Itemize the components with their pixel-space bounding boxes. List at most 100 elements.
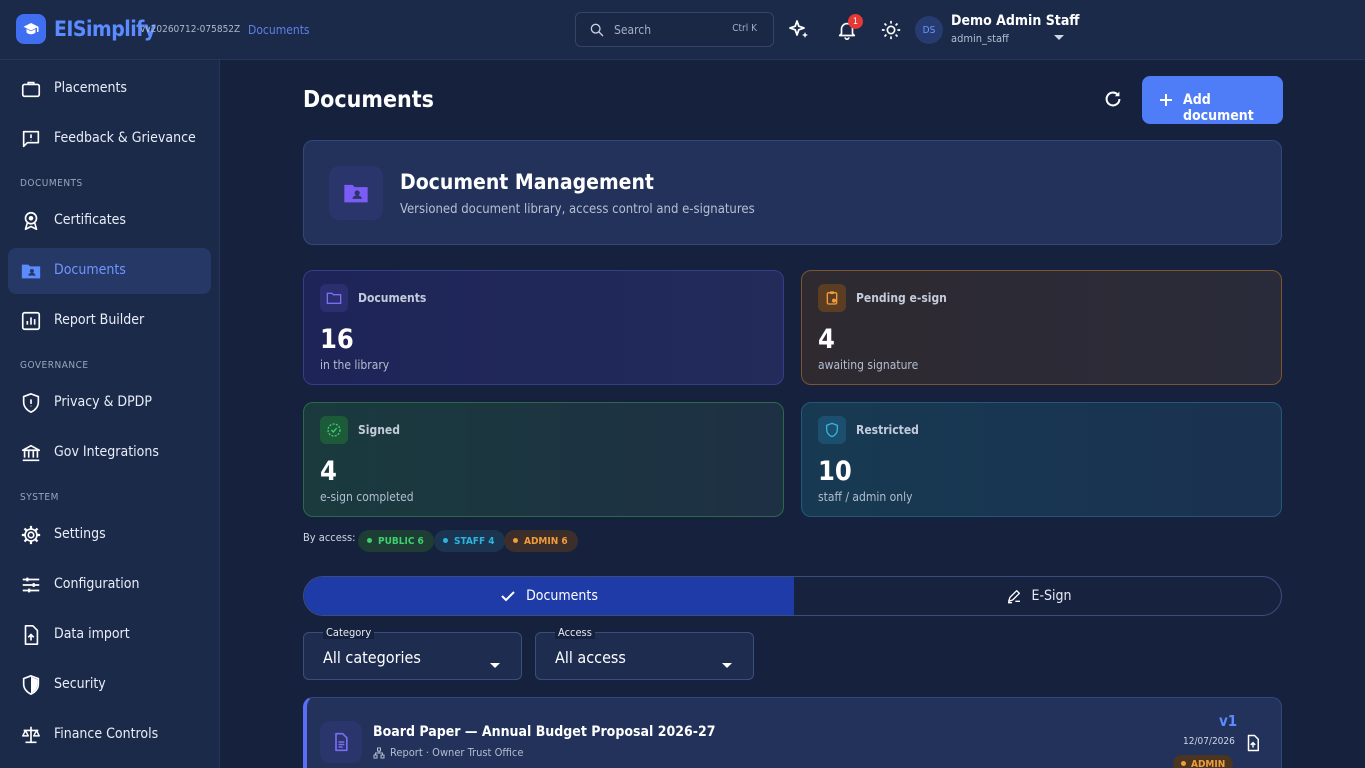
chip-label: PUBLIC 6 xyxy=(378,535,424,547)
sidebar-item-label: Certificates xyxy=(54,212,126,228)
access-select[interactable]: Access All access xyxy=(535,626,754,680)
sidebar-item-label: Documents xyxy=(54,262,126,278)
check-circle-icon xyxy=(320,416,348,444)
select-value: All categories xyxy=(323,648,421,667)
chevron-down-icon[interactable] xyxy=(1053,27,1065,46)
chip-label: ADMIN 6 xyxy=(524,535,568,547)
privacy-shield-icon xyxy=(20,392,42,414)
add-document-button[interactable]: Add document xyxy=(1142,76,1283,124)
stat-card-pending-esign[interactable]: Pending e-sign 4 awaiting signature xyxy=(801,270,1282,385)
document-icon xyxy=(320,721,362,763)
sidebar-item-placements[interactable]: Placements xyxy=(8,66,211,112)
sparkle-ai-icon[interactable] xyxy=(787,18,811,42)
hero-subtitle: Versioned document library, access contr… xyxy=(400,202,755,217)
document-version: v1 xyxy=(1219,712,1238,730)
category-select[interactable]: Category All categories xyxy=(303,626,522,680)
search-input[interactable]: Search Ctrl K xyxy=(575,12,774,47)
sidebar-item-label: Configuration xyxy=(54,576,140,592)
add-document-label: Add document xyxy=(1183,92,1254,124)
sidebar-item-gov-integrations[interactable]: Gov Integrations xyxy=(8,430,211,476)
tab-documents[interactable]: Documents xyxy=(304,577,794,615)
stat-value: 10 xyxy=(818,456,852,487)
access-chip-admin[interactable]: ADMIN 6 xyxy=(504,530,578,552)
tab-label: Documents xyxy=(526,588,598,604)
status-dot xyxy=(367,538,372,543)
stat-card-signed[interactable]: Signed 4 e-sign completed xyxy=(303,402,784,517)
stat-card-restricted[interactable]: Restricted 10 staff / admin only xyxy=(801,402,1282,517)
sidebar-item-label: Report Builder xyxy=(54,312,145,328)
award-icon xyxy=(20,210,42,232)
file-upload-icon[interactable] xyxy=(1244,734,1262,756)
select-label: Category xyxy=(323,626,375,639)
select-label: Access xyxy=(555,626,595,639)
hero-title: Document Management xyxy=(400,170,654,194)
sidebar-item-label: Gov Integrations xyxy=(54,444,159,460)
user-role: admin_staff xyxy=(951,32,1009,45)
sidebar-item-documents[interactable]: Documents xyxy=(8,248,211,294)
stat-label: Documents xyxy=(358,291,427,305)
tab-label: E-Sign xyxy=(1031,588,1072,604)
signature-icon xyxy=(1006,588,1022,604)
top-bar: EISimplify vv20260712-075852Z Documents … xyxy=(0,0,1365,60)
search-shortcut: Ctrl K xyxy=(732,23,757,34)
chevron-down-icon xyxy=(721,654,733,673)
sidebar-item-report-builder[interactable]: Report Builder xyxy=(8,298,211,344)
access-badge: ADMIN xyxy=(1173,755,1234,768)
shield-icon xyxy=(818,416,846,444)
document-title[interactable]: Board Paper — Annual Budget Proposal 202… xyxy=(373,724,716,740)
gear-icon xyxy=(20,524,42,546)
access-chip-public[interactable]: PUBLIC 6 xyxy=(358,530,434,552)
document-date: 12/07/2026 xyxy=(1183,736,1235,747)
sun-theme-icon[interactable] xyxy=(879,18,903,42)
section-heading-system: SYSTEM xyxy=(20,492,59,503)
access-chip-staff[interactable]: STAFF 4 xyxy=(434,530,505,552)
sidebar: Placements Feedback & Grievance DOCUMENT… xyxy=(0,60,220,768)
by-access-label: By access: xyxy=(303,531,356,544)
folder-user-icon xyxy=(20,260,42,282)
sidebar-item-finance-controls[interactable]: Finance Controls xyxy=(8,712,211,758)
document-row[interactable]: Board Paper — Annual Budget Proposal 202… xyxy=(303,697,1282,768)
status-dot xyxy=(513,538,518,543)
refresh-icon[interactable] xyxy=(1102,88,1126,112)
sidebar-item-data-import[interactable]: Data import xyxy=(8,612,211,658)
sidebar-item-label: Privacy & DPDP xyxy=(54,394,152,410)
chart-icon xyxy=(20,310,42,332)
sidebar-item-certificates[interactable]: Certificates xyxy=(8,198,211,244)
section-heading-governance: GOVERNANCE xyxy=(20,360,89,371)
sitemap-icon xyxy=(373,747,385,759)
sliders-icon xyxy=(20,574,42,596)
stat-sub: awaiting signature xyxy=(818,358,919,372)
stat-value: 4 xyxy=(818,324,835,355)
sidebar-item-configuration[interactable]: Configuration xyxy=(8,562,211,608)
sidebar-item-label: Security xyxy=(54,676,106,692)
feedback-icon xyxy=(20,128,42,150)
tab-esign[interactable]: E-Sign xyxy=(794,577,1281,615)
briefcase-icon xyxy=(20,78,42,100)
document-meta: Report · Owner Trust Office xyxy=(373,746,523,759)
sidebar-item-feedback[interactable]: Feedback & Grievance xyxy=(8,116,211,162)
stat-value: 4 xyxy=(320,456,337,487)
avatar[interactable]: DS xyxy=(915,16,943,44)
stat-label: Pending e-sign xyxy=(856,291,947,305)
sidebar-item-label: Data import xyxy=(54,626,130,642)
document-meta-text: Report · Owner Trust Office xyxy=(390,746,524,759)
sidebar-item-settings[interactable]: Settings xyxy=(8,512,211,558)
chevron-down-icon xyxy=(489,654,501,673)
sidebar-item-privacy[interactable]: Privacy & DPDP xyxy=(8,380,211,426)
scale-icon xyxy=(20,724,42,746)
stat-label: Restricted xyxy=(856,423,919,437)
stat-sub: staff / admin only xyxy=(818,490,913,504)
file-upload-icon xyxy=(20,624,42,646)
document-management-header: Document Management Versioned document l… xyxy=(303,140,1282,245)
stat-value: 16 xyxy=(320,324,354,355)
status-dot xyxy=(443,538,448,543)
sidebar-item-security[interactable]: Security xyxy=(8,662,211,708)
breadcrumb[interactable]: Documents xyxy=(248,23,310,37)
graduation-cap-logo-icon[interactable] xyxy=(16,14,46,44)
stat-label: Signed xyxy=(358,423,400,437)
clipboard-clock-icon xyxy=(818,284,846,312)
stat-card-documents[interactable]: Documents 16 in the library xyxy=(303,270,784,385)
search-placeholder: Search xyxy=(614,23,652,37)
folder-icon xyxy=(320,284,348,312)
version-label: vv20260712-075852Z xyxy=(140,24,241,35)
